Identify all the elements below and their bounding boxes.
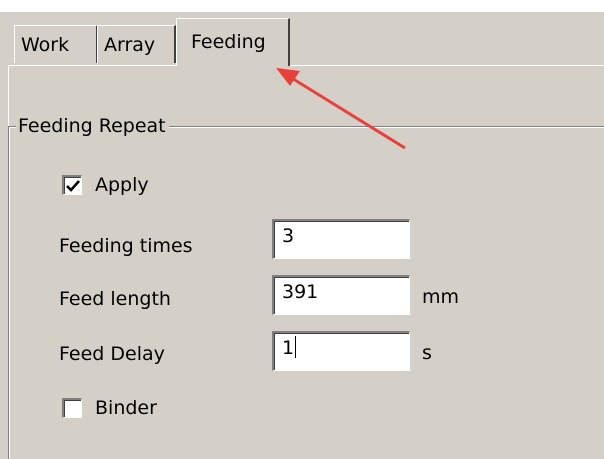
feeding-times-input[interactable]: 3 — [272, 219, 410, 259]
feed-delay-value: 1 — [282, 337, 295, 359]
feeding-times-label: Feeding times — [59, 235, 193, 257]
feed-length-value: 391 — [282, 281, 319, 303]
screenshot-canvas: Work Array Feeding Feeding Repeat Apply … — [0, 0, 604, 459]
feed-length-unit: mm — [422, 286, 460, 308]
binder-label[interactable]: Binder — [95, 395, 157, 421]
feed-length-label: Feed length — [59, 288, 171, 310]
apply-checkbox[interactable] — [62, 175, 82, 195]
feed-delay-input[interactable]: 1 — [272, 331, 410, 371]
binder-checkbox[interactable] — [62, 398, 82, 418]
top-strip — [0, 0, 604, 12]
checkmark-icon — [66, 180, 80, 192]
tab-work[interactable]: Work — [14, 25, 98, 63]
feed-delay-label: Feed Delay — [59, 343, 165, 365]
group-title: Feeding Repeat — [16, 113, 169, 139]
apply-label[interactable]: Apply — [95, 172, 149, 198]
tab-feeding[interactable]: Feeding — [176, 18, 290, 66]
feed-delay-unit: s — [422, 342, 432, 364]
feed-length-input[interactable]: 391 — [272, 275, 410, 315]
feeding-times-value: 3 — [282, 225, 295, 247]
text-caret — [295, 336, 297, 358]
tab-array[interactable]: Array — [97, 25, 176, 63]
